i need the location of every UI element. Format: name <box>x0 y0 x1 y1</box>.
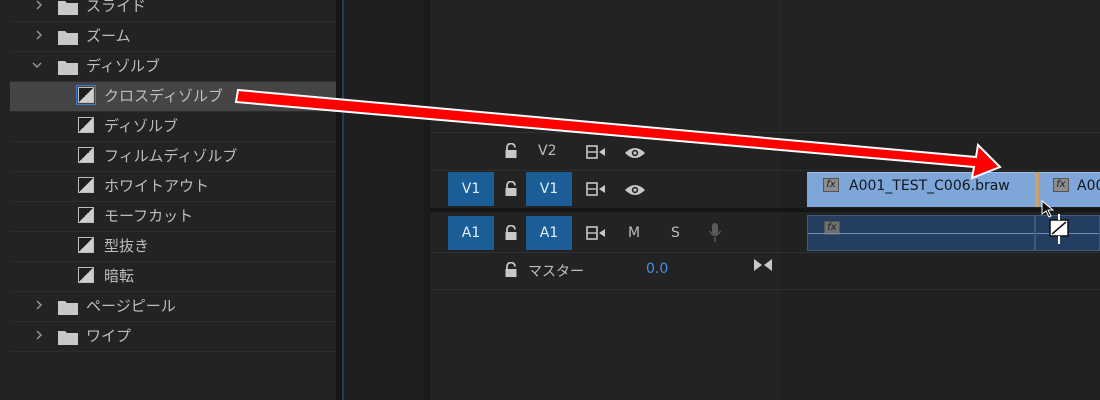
annotation-arrow-icon <box>234 88 1002 180</box>
